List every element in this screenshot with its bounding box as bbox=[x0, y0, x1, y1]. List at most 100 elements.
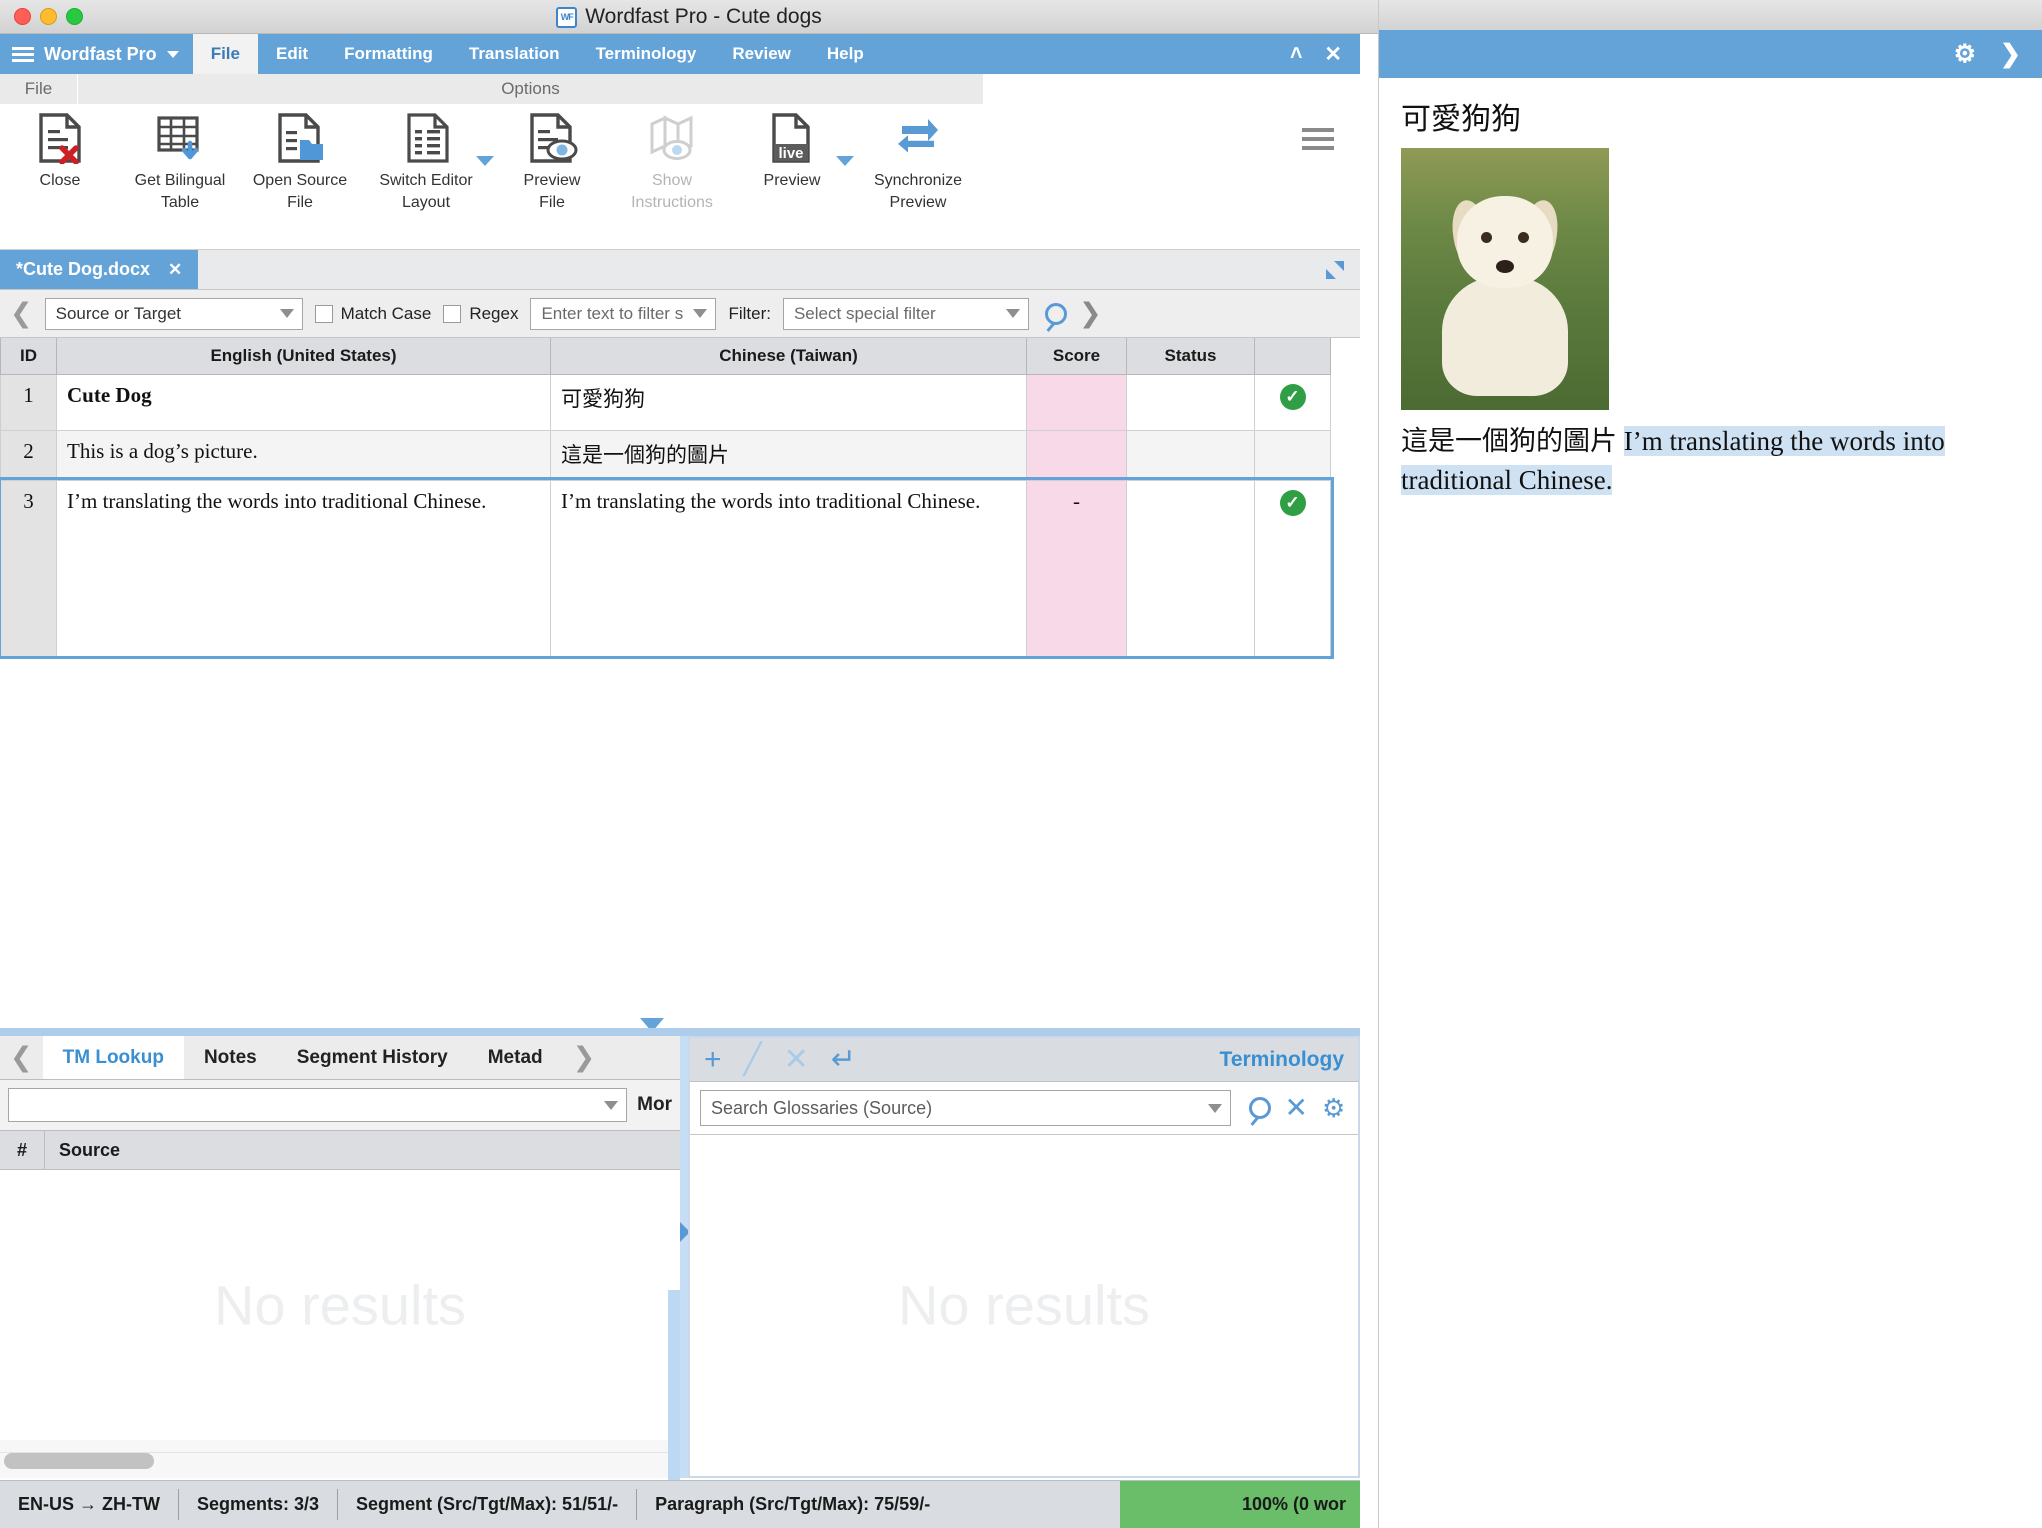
gear-icon[interactable]: ⚙ bbox=[1954, 39, 1976, 69]
status-segments: Segments: 3/3 bbox=[179, 1481, 337, 1528]
tm-results-header: # Source bbox=[0, 1130, 680, 1170]
brand-menu-button[interactable]: Wordfast Pro bbox=[0, 34, 193, 74]
puppy-body bbox=[1442, 276, 1568, 396]
chevron-down-icon bbox=[604, 1101, 618, 1110]
menubar-window-actions: ˄ ✕ bbox=[1290, 34, 1360, 74]
table-row[interactable]: 2 This is a dog’s picture. 這是一個狗的圖片 bbox=[1, 430, 1331, 480]
horizontal-splitter[interactable] bbox=[0, 1028, 1360, 1036]
terminology-results-body: No results bbox=[690, 1135, 1358, 1475]
tab-notes[interactable]: Notes bbox=[184, 1036, 277, 1079]
tm-results-body: No results bbox=[0, 1170, 680, 1440]
search-icon[interactable] bbox=[1045, 303, 1067, 325]
chevron-down-icon bbox=[280, 309, 294, 318]
row-confirmed-icon[interactable]: ✓ bbox=[1255, 374, 1331, 430]
match-case-checkbox[interactable]: Match Case bbox=[315, 304, 432, 324]
column-header-flag[interactable] bbox=[1255, 338, 1331, 374]
row-source[interactable]: Cute Dog bbox=[57, 374, 551, 430]
tabs-scroll-left-icon[interactable]: ❮ bbox=[0, 1036, 43, 1079]
app-root: WF Wordfast Pro - Cute dogs Wordfast Pro… bbox=[0, 0, 2042, 1528]
get-bilingual-table-button[interactable]: Get Bilingual Table bbox=[120, 112, 240, 213]
search-scope-dropdown[interactable]: Source or Target bbox=[45, 298, 303, 330]
menu-tab-translation[interactable]: Translation bbox=[451, 34, 578, 74]
tm-search-input[interactable] bbox=[8, 1088, 627, 1122]
row-target[interactable]: 這是一個狗的圖片 bbox=[551, 430, 1027, 480]
regex-checkbox[interactable]: Regex bbox=[443, 304, 518, 324]
document-tab-cute-dog[interactable]: *Cute Dog.docx ✕ bbox=[0, 250, 198, 289]
column-header-score[interactable]: Score bbox=[1027, 338, 1127, 374]
show-instructions-button[interactable]: Show Instructions bbox=[612, 112, 732, 213]
row-flag[interactable] bbox=[1255, 430, 1331, 480]
synchronize-preview-button[interactable]: Synchronize Preview bbox=[852, 112, 984, 213]
tabs-scroll-right-icon[interactable]: ❯ bbox=[563, 1036, 606, 1079]
switch-editor-layout-button[interactable]: Switch Editor Layout bbox=[360, 112, 492, 213]
svg-text:live: live bbox=[778, 145, 803, 162]
ribbon-menu-icon[interactable] bbox=[1302, 128, 1334, 155]
gear-icon[interactable]: ⚙ bbox=[1322, 1095, 1348, 1121]
puppy-nose bbox=[1496, 260, 1514, 273]
close-icon[interactable]: ✕ bbox=[168, 260, 182, 280]
show-instructions-label-2: Instructions bbox=[631, 193, 713, 213]
live-preview-icon: live bbox=[766, 112, 818, 164]
menu-tab-formatting-label: Formatting bbox=[344, 44, 433, 64]
menu-tab-help-label: Help bbox=[827, 44, 864, 64]
tm-horizontal-scrollbar[interactable] bbox=[0, 1452, 668, 1470]
preview-pane-header: ⚙ ❯ bbox=[1379, 30, 2042, 78]
close-button[interactable]: Close bbox=[0, 112, 120, 191]
status-bar: EN-US → ZH-TW Segments: 3/3 Segment (Src… bbox=[0, 1480, 1360, 1528]
glossary-search-input[interactable]: Search Glossaries (Source) bbox=[700, 1090, 1231, 1126]
restore-panel-icon[interactable] bbox=[1326, 261, 1344, 279]
preview-file-button[interactable]: Preview File bbox=[492, 112, 612, 213]
switch-editor-layout-label-2: Layout bbox=[402, 193, 450, 213]
row-confirmed-icon[interactable]: ✓ bbox=[1255, 480, 1331, 656]
scroll-left-icon[interactable]: ❮ bbox=[10, 300, 33, 327]
column-header-status[interactable]: Status bbox=[1127, 338, 1255, 374]
tab-metadata[interactable]: Metad bbox=[468, 1036, 563, 1079]
tab-segment-history-label: Segment History bbox=[297, 1047, 448, 1069]
checkbox-box[interactable] bbox=[315, 305, 333, 323]
preview-pane-top-strip bbox=[1379, 0, 2042, 30]
column-header-source[interactable]: English (United States) bbox=[57, 338, 551, 374]
row-target[interactable]: I’m translating the words into tradition… bbox=[551, 480, 1027, 656]
live-preview-button[interactable]: live Preview bbox=[732, 112, 852, 191]
get-bilingual-table-label-2: Table bbox=[161, 193, 199, 213]
checkbox-box[interactable] bbox=[443, 305, 461, 323]
menu-tab-help[interactable]: Help bbox=[809, 34, 882, 74]
delete-term-icon[interactable]: ✕ bbox=[784, 1045, 809, 1075]
insert-term-icon[interactable]: ↵ bbox=[831, 1045, 856, 1075]
row-source[interactable]: This is a dog’s picture. bbox=[57, 430, 551, 480]
collapse-ribbon-icon[interactable]: ˄ bbox=[1290, 42, 1302, 66]
menu-tab-edit[interactable]: Edit bbox=[258, 34, 326, 74]
row-score: - bbox=[1027, 480, 1127, 656]
special-filter-dropdown[interactable]: Select special filter bbox=[783, 298, 1029, 330]
vertical-splitter[interactable] bbox=[680, 1036, 688, 1478]
edit-term-icon[interactable]: ╱ bbox=[744, 1045, 762, 1075]
menu-tab-formatting[interactable]: Formatting bbox=[326, 34, 451, 74]
search-icon[interactable] bbox=[1249, 1097, 1271, 1119]
match-case-label: Match Case bbox=[341, 304, 432, 324]
editor-layout-icon bbox=[401, 112, 451, 164]
row-target[interactable]: 可愛狗狗 bbox=[551, 374, 1027, 430]
menu-tab-review[interactable]: Review bbox=[714, 34, 809, 74]
table-row[interactable]: 3 I’m translating the words into traditi… bbox=[1, 480, 1331, 656]
expand-preview-icon[interactable]: ❯ bbox=[2000, 39, 2021, 69]
search-scope-value: Source or Target bbox=[56, 304, 181, 324]
menu-tab-terminology[interactable]: Terminology bbox=[578, 34, 715, 74]
open-source-file-button[interactable]: Open Source File bbox=[240, 112, 360, 213]
column-header-id[interactable]: ID bbox=[1, 338, 57, 374]
row-source[interactable]: I’m translating the words into tradition… bbox=[57, 480, 551, 656]
tab-segment-history[interactable]: Segment History bbox=[277, 1036, 468, 1079]
menu-tab-file[interactable]: File bbox=[193, 34, 258, 74]
close-icon[interactable]: ✕ bbox=[1324, 42, 1342, 67]
terminology-search-row: Search Glossaries (Source) ✕ ⚙ bbox=[690, 1082, 1358, 1135]
tm-more-button[interactable]: Mor bbox=[637, 1094, 672, 1116]
tab-tm-lookup[interactable]: TM Lookup bbox=[43, 1036, 184, 1079]
table-row[interactable]: 1 Cute Dog 可愛狗狗 ✓ bbox=[1, 374, 1331, 430]
app-logo-icon: WF bbox=[556, 7, 577, 28]
clear-icon[interactable]: ✕ bbox=[1285, 1094, 1308, 1122]
row-status bbox=[1127, 480, 1255, 656]
column-header-target[interactable]: Chinese (Taiwan) bbox=[551, 338, 1027, 374]
scroll-right-icon[interactable]: ❯ bbox=[1079, 300, 1102, 327]
filter-text-input[interactable]: Enter text to filter s bbox=[530, 298, 716, 330]
ribbon-group-headers: File Options bbox=[0, 74, 1360, 104]
add-term-icon[interactable]: + bbox=[704, 1045, 722, 1075]
